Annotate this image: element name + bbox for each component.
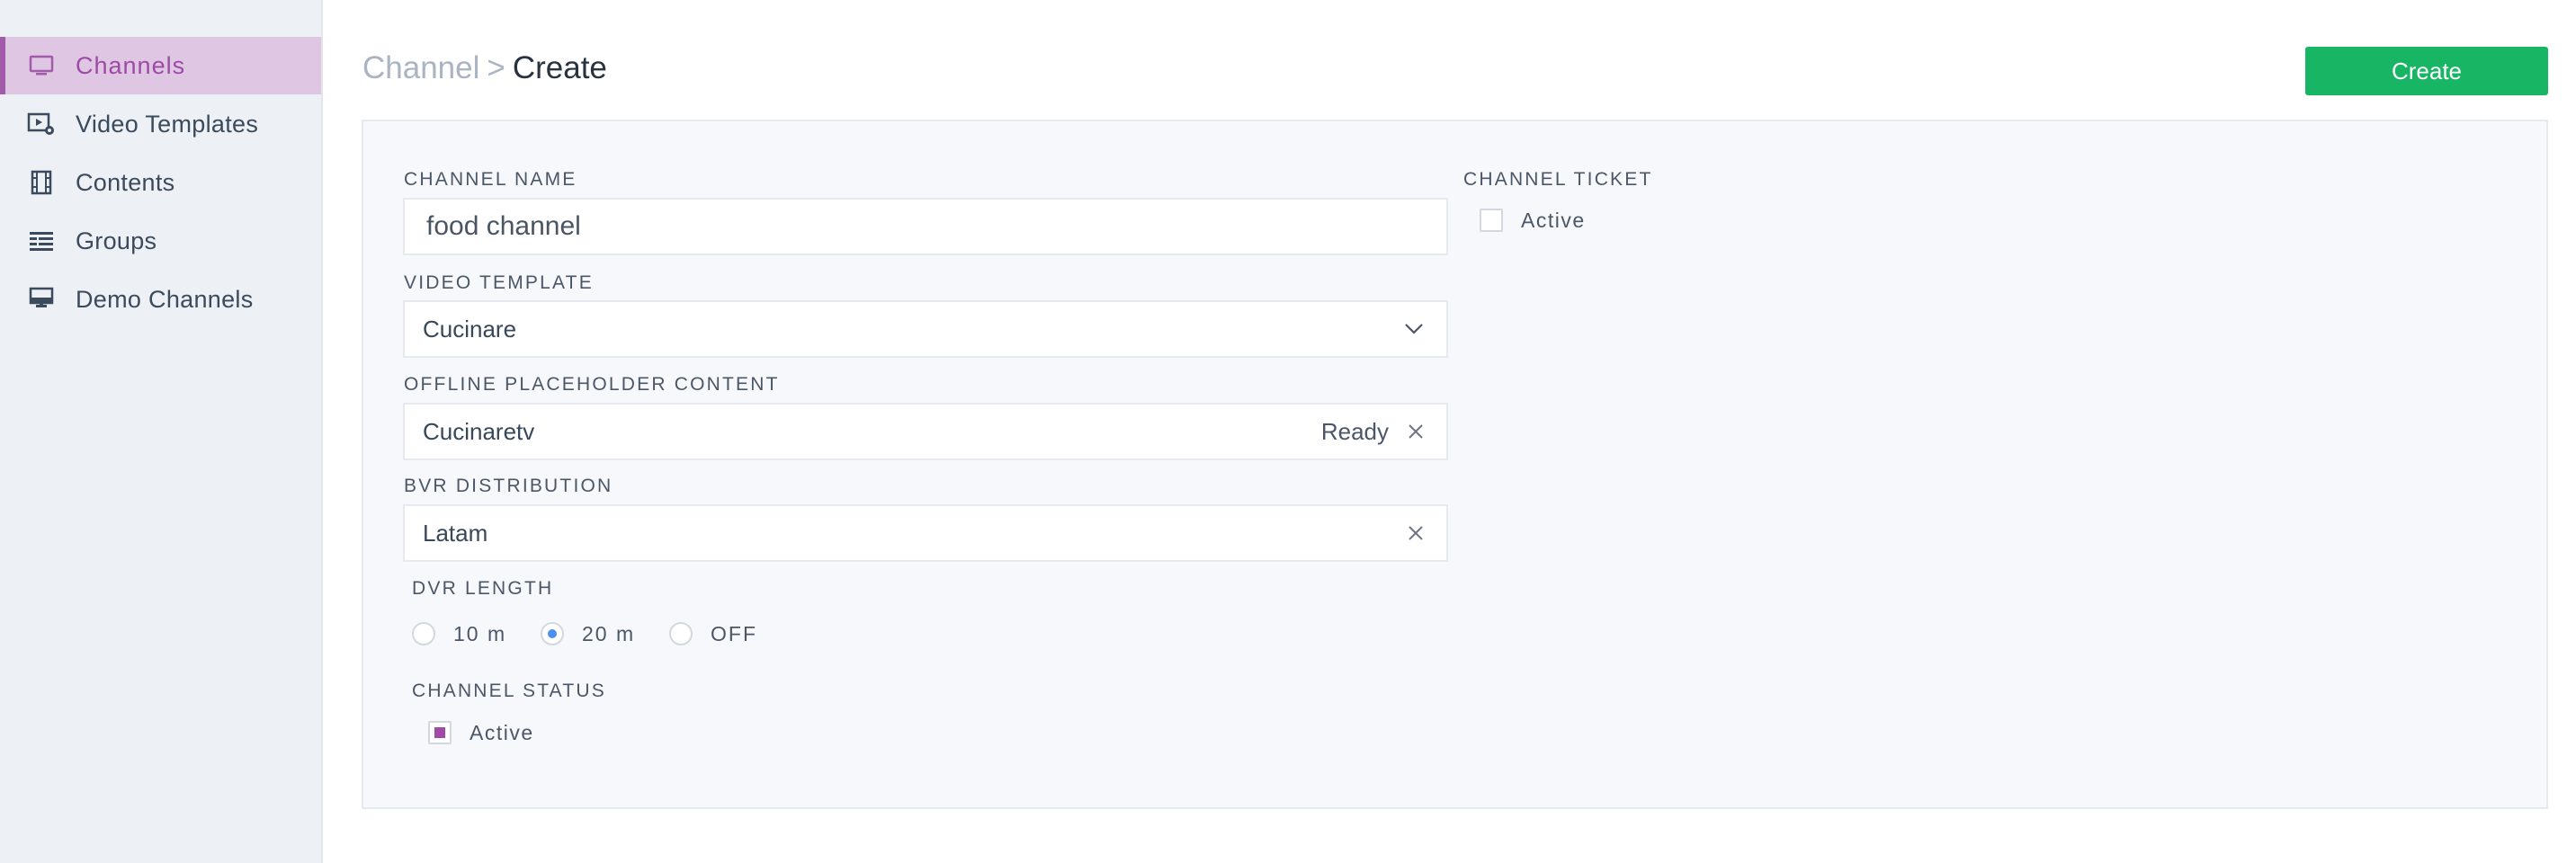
sidebar-item-label: Contents <box>76 168 175 196</box>
offline-placeholder-field[interactable]: Cucinaretv Ready <box>403 403 1448 460</box>
offline-placeholder-value: Cucinaretv <box>423 417 535 445</box>
channel-status-checkbox[interactable] <box>428 721 452 744</box>
create-button[interactable]: Create <box>2305 47 2548 95</box>
sidebar-item-demo-channels[interactable]: Demo Channels <box>0 271 321 328</box>
channel-name-input[interactable] <box>425 210 1446 243</box>
offline-placeholder-label: OFFLINE PLACEHOLDER CONTENT <box>404 374 780 395</box>
breadcrumb-separator: > <box>487 50 505 85</box>
channel-ticket-label: CHANNEL TICKET <box>1463 169 1653 190</box>
sidebar-item-video-templates[interactable]: Video Templates <box>0 95 321 153</box>
channel-name-field[interactable] <box>403 198 1448 255</box>
video-template-label: VIDEO TEMPLATE <box>404 272 594 293</box>
demo-monitor-icon <box>27 285 56 314</box>
groups-icon <box>27 227 56 255</box>
sidebar-item-label: Channels <box>76 51 186 79</box>
video-template-value: Cucinare <box>423 315 517 343</box>
channel-ticket-option-label: Active <box>1521 209 1586 232</box>
monitor-icon <box>27 51 56 80</box>
bvr-distribution-field[interactable]: Latam <box>403 504 1448 562</box>
sidebar-item-label: Groups <box>76 227 157 254</box>
sidebar-item-groups[interactable]: Groups <box>0 212 321 270</box>
video-template-icon <box>27 110 56 138</box>
bvr-distribution-value: Latam <box>423 519 488 547</box>
dvr-option-label: OFF <box>711 622 757 645</box>
channel-name-label: CHANNEL NAME <box>404 169 577 190</box>
sidebar: Channels Video Templates Contents Groups… <box>0 0 323 863</box>
sidebar-item-label: Demo Channels <box>76 285 254 313</box>
status-badge: Ready <box>1320 417 1389 445</box>
video-template-select[interactable]: Cucinare <box>403 300 1448 358</box>
breadcrumb: Channel > Create <box>362 49 607 88</box>
dvr-radio-off[interactable] <box>669 622 693 645</box>
channel-status-option-label: Active <box>470 721 534 744</box>
channel-status-label: CHANNEL STATUS <box>412 681 606 701</box>
sidebar-item-contents[interactable]: Contents <box>0 154 321 211</box>
close-icon[interactable] <box>1403 520 1428 546</box>
dvr-length-label: DVR LENGTH <box>412 578 554 599</box>
channel-ticket-checkbox[interactable] <box>1480 209 1503 232</box>
dvr-option-label: 20 m <box>582 622 636 645</box>
dvr-radio-20m[interactable] <box>541 622 564 645</box>
close-icon[interactable] <box>1403 419 1428 444</box>
page-title: Create <box>512 50 607 85</box>
sidebar-item-label: Video Templates <box>76 110 259 138</box>
chevron-down-icon[interactable] <box>1401 316 1427 342</box>
film-icon <box>27 168 56 197</box>
dvr-radio-10m[interactable] <box>412 622 435 645</box>
sidebar-item-channels[interactable]: Channels <box>0 37 321 94</box>
bvr-distribution-label: BVR DISTRIBUTION <box>404 476 613 496</box>
dvr-option-label: 10 m <box>453 622 507 645</box>
breadcrumb-parent[interactable]: Channel <box>362 50 479 85</box>
